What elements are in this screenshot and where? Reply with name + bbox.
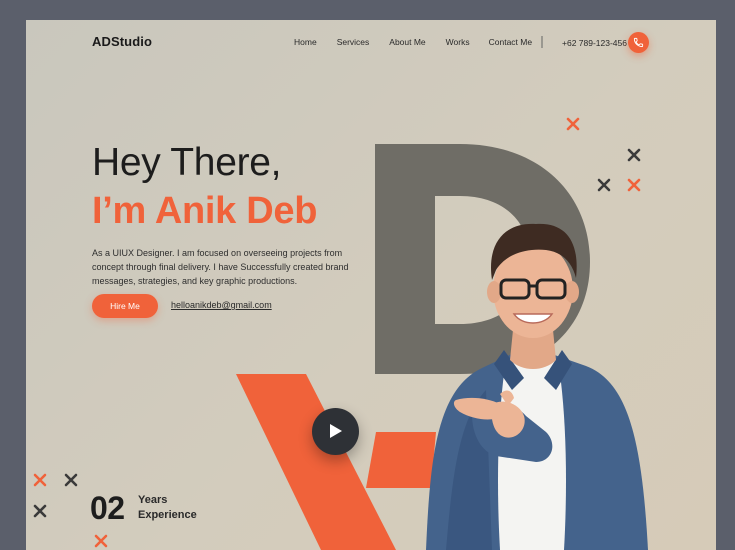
landing-page: ADStudio Home Services About Me Works Co… xyxy=(26,20,716,550)
main-nav: Home Services About Me Works Contact Me xyxy=(294,37,532,47)
nav-item-home[interactable]: Home xyxy=(294,37,317,47)
hire-me-button[interactable]: Hire Me xyxy=(92,294,158,318)
nav-item-about-me[interactable]: About Me xyxy=(389,37,425,47)
hero-name: I’m Anik Deb xyxy=(92,190,318,232)
call-button[interactable] xyxy=(628,32,649,53)
hero-greeting: Hey There, xyxy=(92,141,282,184)
nav-item-services[interactable]: Services xyxy=(337,37,370,47)
cross-decoration-icon xyxy=(566,117,580,131)
nav-item-contact-me[interactable]: Contact Me xyxy=(489,37,532,47)
play-video-button[interactable] xyxy=(312,408,359,455)
cross-decoration-icon xyxy=(33,504,47,518)
portrait-image xyxy=(426,223,648,550)
brand-logo[interactable]: ADStudio xyxy=(92,34,152,49)
phone-number[interactable]: +62 789-123-456 xyxy=(562,38,627,48)
experience-years: 02 xyxy=(90,490,125,526)
email-link[interactable]: helloanikdeb@gmail.com xyxy=(171,300,272,310)
cross-decoration-icon xyxy=(627,148,641,162)
cross-decoration-icon xyxy=(64,473,78,487)
cross-decoration-icon xyxy=(627,178,641,192)
cross-decoration-icon xyxy=(94,534,108,548)
nav-item-works[interactable]: Works xyxy=(446,37,470,47)
phone-icon xyxy=(633,37,644,48)
cross-decoration-icon xyxy=(597,178,611,192)
experience-label-line1: Years xyxy=(138,494,168,506)
play-icon xyxy=(330,424,342,438)
nav-divider xyxy=(541,36,543,48)
hero-bio: As a UIUX Designer. I am focused on over… xyxy=(92,248,349,286)
cross-decoration-icon xyxy=(33,473,47,487)
experience-label-line2: Experience xyxy=(138,509,197,521)
